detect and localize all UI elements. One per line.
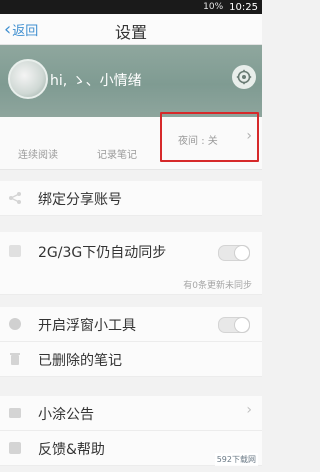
night-mode-separator: : <box>201 136 205 147</box>
night-mode-item[interactable]: 夜间 : 关 <box>178 132 218 147</box>
quick-continuous-reading[interactable]: 连续阅读 <box>18 146 58 161</box>
float-window-icon <box>9 318 21 330</box>
gear-icon[interactable] <box>232 65 256 89</box>
auto-sync-row: 2G/3G下仍自动同步 有0条更新未同步 <box>0 232 262 295</box>
sync-icon <box>9 245 21 257</box>
deleted-notes-label: 已删除的笔记 <box>38 353 122 369</box>
bind-share-row[interactable]: 绑定分享账号 <box>0 181 262 216</box>
auto-sync-toggle[interactable] <box>218 245 250 261</box>
trash-icon <box>10 353 20 365</box>
auto-sync-label: 2G/3G下仍自动同步 <box>38 245 167 261</box>
announcement-icon <box>9 408 21 418</box>
float-window-label: 开启浮窗小工具 <box>38 318 136 334</box>
deleted-notes-row[interactable]: 已删除的笔记 <box>0 342 262 377</box>
night-mode-value: 关 <box>207 136 218 147</box>
share-icon <box>9 192 21 204</box>
chevron-right-icon: › <box>246 128 252 144</box>
feedback-label: 反馈&帮助 <box>38 442 105 458</box>
watermark: 592下载网 <box>214 453 258 466</box>
title-bar: ‹ 返回 设置 <box>0 14 262 45</box>
quick-record-notes[interactable]: 记录笔记 <box>97 146 137 161</box>
status-bar: 10% 10:25 <box>0 0 262 14</box>
announcement-label: 小涂公告 <box>38 407 94 423</box>
sync-note: 有0条更新未同步 <box>183 281 252 291</box>
page-title: 设置 <box>114 23 147 42</box>
float-window-row: 开启浮窗小工具 <box>0 307 262 342</box>
night-mode-label: 夜间 <box>178 136 198 147</box>
status-time: 10:25 <box>229 1 258 13</box>
username: hi, ゝ、小情绪 <box>50 73 142 89</box>
feedback-icon <box>9 442 21 454</box>
bind-share-label: 绑定分享账号 <box>38 192 122 208</box>
chevron-right-icon: › <box>246 402 252 418</box>
gear-icon-svg <box>236 69 252 85</box>
status-signal: 10% <box>203 2 224 12</box>
avatar[interactable] <box>8 59 48 99</box>
float-window-toggle[interactable] <box>218 317 250 333</box>
announcement-row[interactable]: 小涂公告 › <box>0 396 262 431</box>
profile-banner[interactable]: hi, ゝ、小情绪 <box>0 45 262 117</box>
